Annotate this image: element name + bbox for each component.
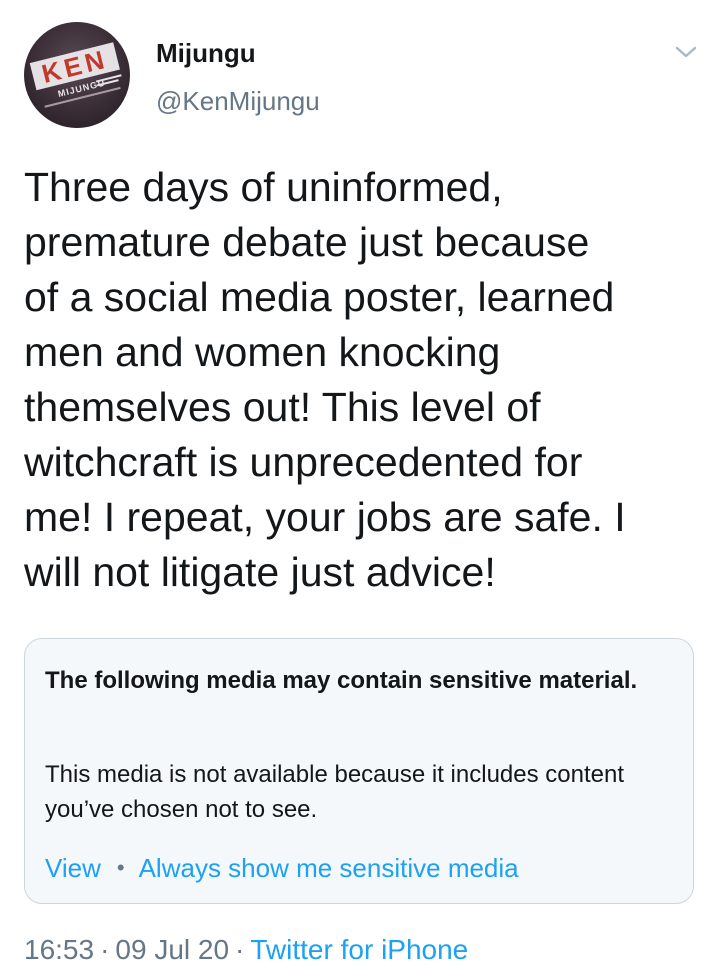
tweet-date: 09 Jul 20 [115, 934, 230, 965]
tweet-text-line: Three days of uninformed, [24, 164, 503, 210]
bullet-separator: • [116, 855, 125, 880]
chevron-down-icon[interactable] [674, 42, 698, 62]
sensitive-media-title: The following media may contain sensitiv… [45, 667, 638, 694]
sensitive-media-actions: View • Always show me sensitive media [45, 851, 519, 885]
view-media-link[interactable]: View [45, 853, 101, 883]
sensitive-media-body: This media is not available because it i… [45, 761, 624, 823]
tweet-time: 16:53 [24, 934, 95, 965]
avatar[interactable]: KEN MIJUNGU [24, 22, 130, 128]
tweet-text-line: men and women knocking [24, 329, 501, 375]
author-handle[interactable]: @KenMijungu [156, 86, 320, 117]
tweet-text-line: me! I repeat, your jobs are safe. I [24, 494, 626, 540]
author-display-name[interactable]: Mijungu [156, 38, 256, 69]
always-show-sensitive-media-link[interactable]: Always show me sensitive media [139, 853, 519, 883]
sensitive-media-card: The following media may contain sensitiv… [24, 638, 694, 904]
tweet-text-line: of a social media poster, learned [24, 274, 615, 320]
tweet-text-line: witchcraft is unprecedented for [24, 439, 583, 485]
tweet-text-line: themselves out! This level of [24, 384, 541, 430]
meta-separator: · [100, 934, 110, 965]
meta-separator: · [235, 934, 245, 965]
tweet-text: Three days of uninformed, premature deba… [24, 160, 694, 600]
tweet-text-line: premature debate just because [24, 219, 590, 265]
tweet-source-link[interactable]: Twitter for iPhone [250, 934, 468, 965]
tweet-text-line: will not litigate just advice! [24, 549, 496, 595]
avatar-logo-image: KEN MIJUNGU [29, 42, 122, 108]
tweet-meta: 16:53 · 09 Jul 20 · Twitter for iPhone [24, 932, 468, 968]
